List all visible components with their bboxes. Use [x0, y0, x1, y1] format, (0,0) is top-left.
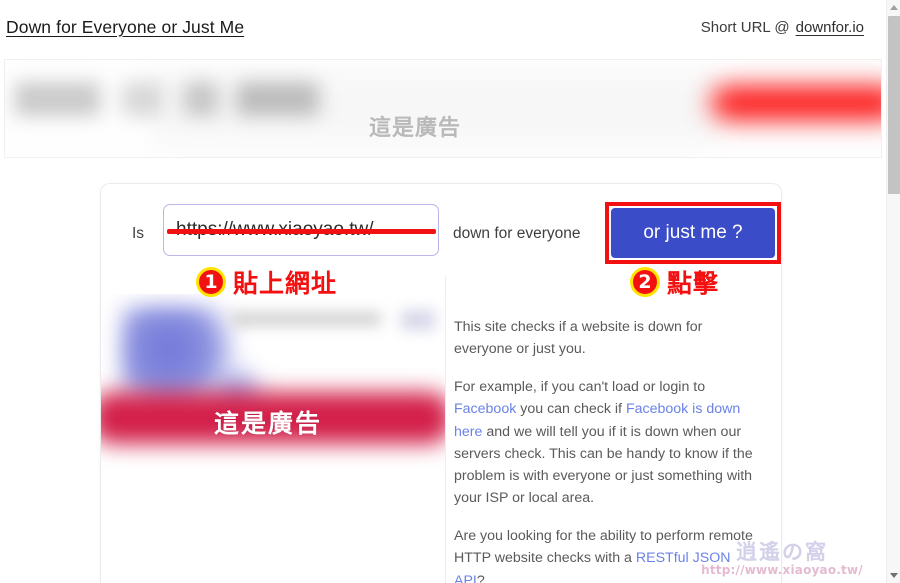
down-for-everyone-label: down for everyone — [453, 225, 581, 242]
scroll-up-arrow-icon[interactable] — [887, 0, 900, 15]
desc-p2-text-2: you can check if — [516, 401, 626, 418]
description-paragraph-3: Are you looking for the ability to perfo… — [454, 525, 762, 583]
annotation-1-number: 1 — [196, 267, 226, 297]
vertical-scrollbar[interactable] — [886, 0, 900, 583]
annotation-box-button — [605, 202, 781, 264]
site-header: Down for Everyone or Just Me Short URL @… — [0, 0, 886, 58]
desc-p2-text-3: and we will tell you if it is down when … — [454, 423, 753, 507]
description-paragraph-1: This site checks if a website is down fo… — [454, 319, 703, 358]
main-card: Is down for everyone or just me ? 這是廣告 — [100, 183, 782, 583]
ad-inner-blurred-text — [231, 312, 381, 326]
short-url-area: Short URL @ downfor.io — [701, 19, 864, 36]
ad-inner-blurred-badge — [401, 310, 435, 330]
annotation-1: 1 貼上網址 — [196, 264, 337, 300]
annotation-1-text: 貼上網址 — [233, 269, 338, 298]
facebook-link[interactable]: Facebook — [454, 401, 516, 417]
ad-banner-top[interactable]: 這是廣告 — [4, 59, 882, 158]
short-url-label: Short URL @ — [700, 19, 790, 36]
page-content: Down for Everyone or Just Me Short URL @… — [0, 0, 886, 583]
ad-top-label: 這是廣告 — [368, 116, 461, 141]
annotation-2-text: 點擊 — [667, 269, 720, 298]
scroll-down-arrow-icon[interactable] — [887, 568, 900, 583]
is-label: Is — [132, 225, 145, 242]
annotation-2: 2 點擊 — [630, 264, 719, 300]
ad-inner-label: 這是廣告 — [213, 409, 322, 438]
vertical-divider — [445, 276, 446, 583]
desc-p3-text-2: ? — [476, 572, 485, 583]
card-body: 這是廣告 This site checks if a website is do… — [101, 276, 781, 583]
description-paragraph-2: For example, if you can't load or login … — [454, 376, 762, 509]
description-text: This site checks if a website is down fo… — [454, 316, 762, 583]
brand-title-link[interactable]: Down for Everyone or Just Me — [6, 17, 244, 38]
desc-p2-text-1: For example, if you can't load or login … — [454, 379, 706, 396]
annotation-2-number: 2 — [630, 267, 660, 297]
annotation-underline-input — [167, 229, 436, 234]
ad-inner[interactable]: 這是廣告 — [101, 294, 445, 583]
short-url-link[interactable]: downfor.io — [796, 19, 864, 36]
scrollbar-thumb[interactable] — [888, 16, 900, 194]
